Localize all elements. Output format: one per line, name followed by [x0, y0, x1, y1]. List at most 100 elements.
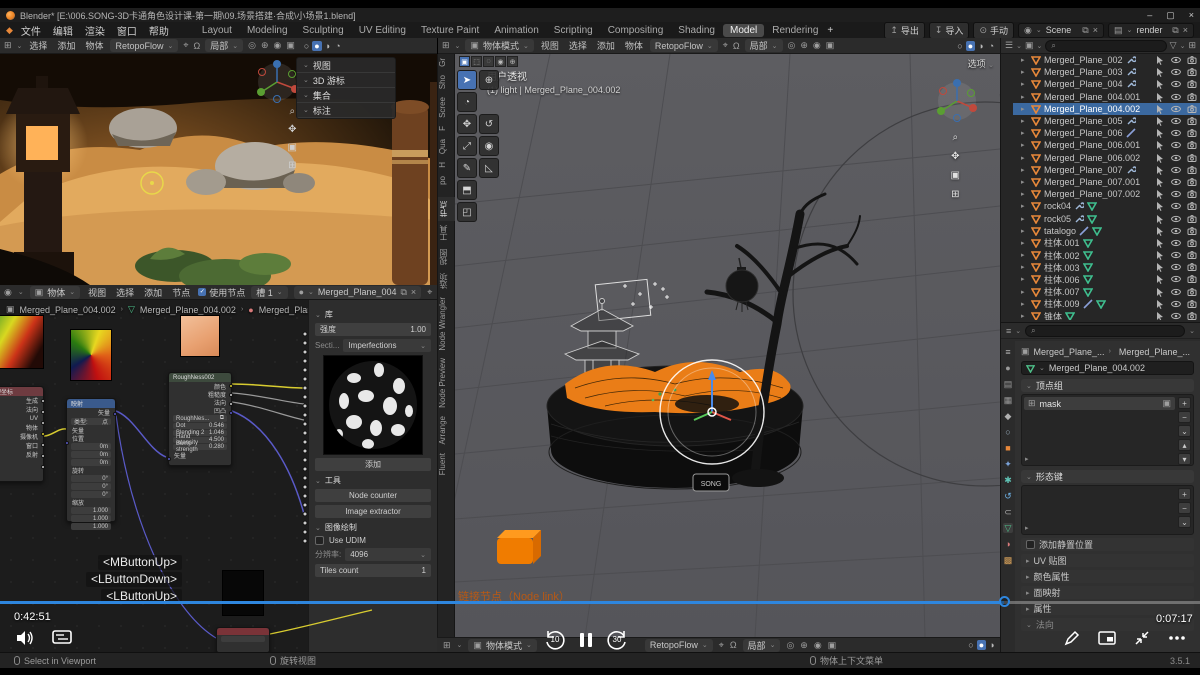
expand-arrow-icon[interactable]: ▸: [1021, 251, 1028, 259]
rendered-shading-icon[interactable]: ◔: [333, 41, 342, 51]
render-camera-icon[interactable]: [1187, 128, 1197, 138]
lasso-select-icon[interactable]: ◉: [495, 56, 506, 67]
panel-row[interactable]: ⌄3D 游标: [297, 73, 395, 88]
material-shading-icon[interactable]: ◑: [987, 640, 996, 650]
menu-item[interactable]: 渲染: [79, 26, 111, 39]
orientation-dropdown[interactable]: 局部⌄: [743, 639, 781, 652]
object-name[interactable]: 柱体.001: [1044, 236, 1080, 249]
workspace-tab[interactable]: Sculpting: [296, 24, 351, 37]
unlink-scene-icon[interactable]: ×: [1093, 25, 1098, 35]
danmaku-icon[interactable]: [52, 630, 72, 646]
transform-pivot-icon[interactable]: ⌖: [183, 40, 188, 51]
properties-tab-icon[interactable]: ○: [1005, 427, 1010, 437]
box-select-icon[interactable]: ⬚: [471, 56, 482, 67]
progress-handle[interactable]: [999, 596, 1010, 607]
main-3d-viewport[interactable]: SONG ▣ ⬚ ◌ ◉ ⊕ 用户透视 (1) light |: [455, 54, 1000, 637]
properties-editor-icon[interactable]: ≡: [1006, 326, 1011, 336]
camera-viewport[interactable]: ⌕ ✥ ▣ ⊞ ⌄视图⌄3D 游标⌄集合⌄标注: [0, 54, 437, 285]
remove-view-layer-icon[interactable]: ×: [1183, 25, 1188, 35]
volume-icon[interactable]: [16, 630, 34, 646]
socket[interactable]: [229, 402, 233, 406]
sidebar-tab[interactable]: Fluent: [438, 449, 456, 479]
expand-arrow-icon[interactable]: ▸: [1021, 166, 1028, 174]
render-camera-icon[interactable]: [1187, 214, 1197, 224]
object-name[interactable]: 柱体.009: [1044, 297, 1080, 310]
outliner-row[interactable]: ▸ Merged_Plane_005: [1013, 115, 1200, 127]
sidebar-tab[interactable]: Node Wrangler: [438, 293, 456, 355]
sidebar-tab[interactable]: Node Preview: [438, 354, 456, 412]
annotate-tool-icon[interactable]: ✎: [457, 158, 477, 178]
selectable-icon[interactable]: [1155, 201, 1165, 211]
render-camera-icon[interactable]: [1187, 140, 1197, 150]
visibility-eye-icon[interactable]: [1171, 79, 1181, 89]
options-dropdown[interactable]: 选项 ⌄: [968, 57, 994, 70]
close-button[interactable]: ×: [1189, 10, 1194, 21]
workspace-tab[interactable]: Scripting: [547, 24, 600, 37]
outliner-row[interactable]: ▸ Merged_Plane_007.001: [1013, 176, 1200, 188]
expand-arrow-icon[interactable]: ▸: [1021, 263, 1028, 271]
collapsed-panel-header[interactable]: ▸面映射: [1021, 586, 1194, 599]
properties-tab-icon[interactable]: ▽: [1003, 523, 1014, 533]
render-camera-icon[interactable]: [1187, 153, 1197, 163]
resize-grip-icon[interactable]: ▸: [1025, 455, 1029, 463]
socket[interactable]: [41, 465, 45, 469]
transform-pivot-icon[interactable]: ⌖: [719, 640, 724, 651]
expand-arrow-icon[interactable]: ▸: [1021, 300, 1028, 308]
annotate-pencil-icon[interactable]: [1064, 630, 1080, 646]
transform-pivot-icon[interactable]: ⌖: [723, 40, 728, 51]
resize-grip-icon[interactable]: ▸: [1025, 524, 1029, 532]
editor-type-icon[interactable]: ⊞: [443, 640, 451, 651]
selectable-icon[interactable]: [1155, 128, 1165, 138]
import-button[interactable]: ↧导入: [929, 22, 970, 39]
remove-vertex-group-button[interactable]: −: [1178, 411, 1191, 423]
new-collection-icon[interactable]: ⊞: [1188, 40, 1196, 51]
vertex-group-specials-button[interactable]: ⌄: [1178, 425, 1191, 437]
texture-coordinate-node[interactable]: 纹理坐标 生成法向UV物体摄像机窗口反射: [0, 386, 44, 482]
more-options-icon[interactable]: [1168, 635, 1186, 641]
proportional-edit-icon[interactable]: ◎: [786, 640, 794, 651]
socket[interactable]: [41, 454, 45, 458]
selectable-icon[interactable]: [1155, 274, 1165, 284]
tweak-select-icon[interactable]: ▣: [459, 56, 470, 67]
zoom-icon[interactable]: ⌕: [951, 132, 960, 143]
render-camera-icon[interactable]: [1187, 165, 1197, 175]
gizmo-icon[interactable]: ⊕: [800, 640, 808, 651]
socket-linked[interactable]: [113, 412, 117, 416]
outliner-row[interactable]: ▸ Merged_Plane_004: [1013, 78, 1200, 90]
socket[interactable]: [41, 421, 45, 425]
editor-type-icon[interactable]: ⊞: [4, 40, 12, 51]
visibility-eye-icon[interactable]: [1171, 311, 1181, 320]
sidebar-tab[interactable]: Gr: [438, 54, 456, 71]
outliner-row[interactable]: ▸ 柱体.003: [1013, 261, 1200, 273]
selectable-icon[interactable]: [1155, 250, 1165, 260]
chevron-down-icon[interactable]: ⌄: [1189, 327, 1195, 335]
solid-shading-icon[interactable]: ●: [966, 41, 975, 51]
transform-tool-icon[interactable]: ◉: [479, 136, 499, 156]
expand-arrow-icon[interactable]: ▸: [1021, 312, 1028, 320]
overlays-icon[interactable]: ◉: [814, 640, 822, 651]
object-name[interactable]: Merged_Plane_004.001: [1044, 92, 1140, 102]
render-camera-icon[interactable]: [1187, 116, 1197, 126]
properties-tab-icon[interactable]: ●: [1005, 363, 1010, 373]
measure-tool-icon[interactable]: ◺: [479, 158, 499, 178]
mode-dropdown[interactable]: ▣物体模式⌄: [468, 639, 536, 652]
object-name[interactable]: 柱体.006: [1044, 273, 1080, 286]
rendered-shading-icon[interactable]: ◔: [987, 41, 996, 51]
socket[interactable]: [41, 443, 45, 447]
outliner-row[interactable]: ▸ Merged_Plane_007.002: [1013, 188, 1200, 200]
render-camera-icon[interactable]: [1187, 104, 1197, 114]
workspace-tab[interactable]: Modeling: [240, 24, 295, 37]
skip-back-button[interactable]: 10: [544, 629, 566, 651]
material-shading-icon[interactable]: ◑: [323, 41, 332, 51]
selectable-icon[interactable]: [1155, 299, 1165, 309]
workspace-tab[interactable]: Compositing: [601, 24, 671, 37]
blender-logo-icon[interactable]: [6, 11, 15, 20]
value-field[interactable]: 0m: [71, 459, 111, 466]
workspace-tab[interactable]: Animation: [487, 24, 545, 37]
render-camera-icon[interactable]: [1187, 201, 1197, 211]
filter-funnel-icon[interactable]: ▽: [1170, 40, 1177, 51]
object-name[interactable]: Merged_Plane_006.002: [1044, 153, 1140, 163]
outliner-editor-icon[interactable]: ☰: [1005, 40, 1013, 51]
object-name[interactable]: Merged_Plane_002: [1044, 55, 1123, 65]
selectable-icon[interactable]: [1155, 116, 1165, 126]
